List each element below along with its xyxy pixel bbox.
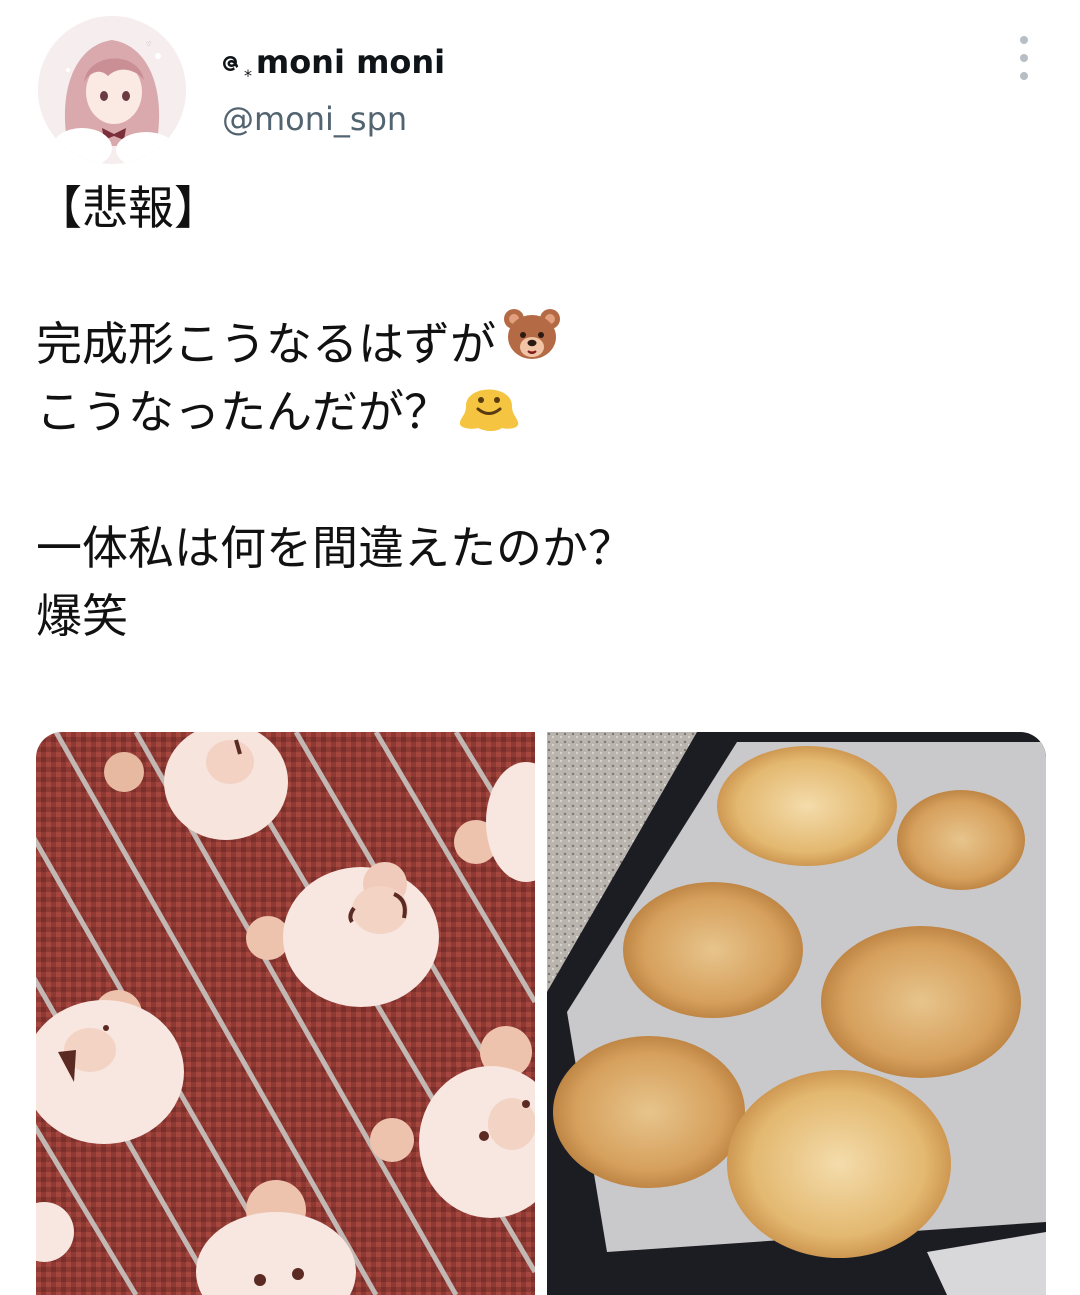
tweet-text-line-3: 完成形こうなるはずが xyxy=(36,309,1036,378)
more-options-button[interactable] xyxy=(1004,36,1044,80)
name-prefix-star: * xyxy=(244,65,252,85)
svg-text:♡: ♡ xyxy=(146,41,151,48)
display-name-text: moni moni xyxy=(255,43,446,81)
tweet-text-blank-2 xyxy=(36,446,1036,514)
spread-cookies-on-tray-photo[interactable] xyxy=(547,732,1046,1295)
tweet-text-line-1: 【悲報】 xyxy=(36,181,220,235)
name-prefix-glyph: ဇ * xyxy=(222,42,252,85)
more-vertical-icon xyxy=(1020,36,1028,44)
more-vertical-icon-dot-3 xyxy=(1020,72,1028,80)
more-vertical-icon-dot-2 xyxy=(1020,54,1028,62)
tweet-media-grid xyxy=(36,732,1046,1295)
melting-face-emoji xyxy=(456,372,522,452)
tweet-text: 【悲報】 完成形こうなるはずが こうなったんだが？ 一体私は何を間違えたのか？ … xyxy=(36,174,1036,650)
user-handle[interactable]: @moni_spn xyxy=(222,100,407,138)
avatar-image: ♡ xyxy=(38,16,186,164)
tweet-text-line-4: こうなったんだが？ xyxy=(36,378,1036,446)
avatar[interactable]: ♡ xyxy=(38,16,186,164)
tweet-text-blank-1 xyxy=(36,242,1036,310)
bear-cookies-on-rack-photo[interactable] xyxy=(36,732,535,1295)
tweet-text-line-7: 爆笑 xyxy=(36,589,128,643)
display-name[interactable]: ဇ * moni moni xyxy=(222,38,445,86)
tweet-text-line-6: 一体私は何を間違えたのか？ xyxy=(36,521,634,575)
